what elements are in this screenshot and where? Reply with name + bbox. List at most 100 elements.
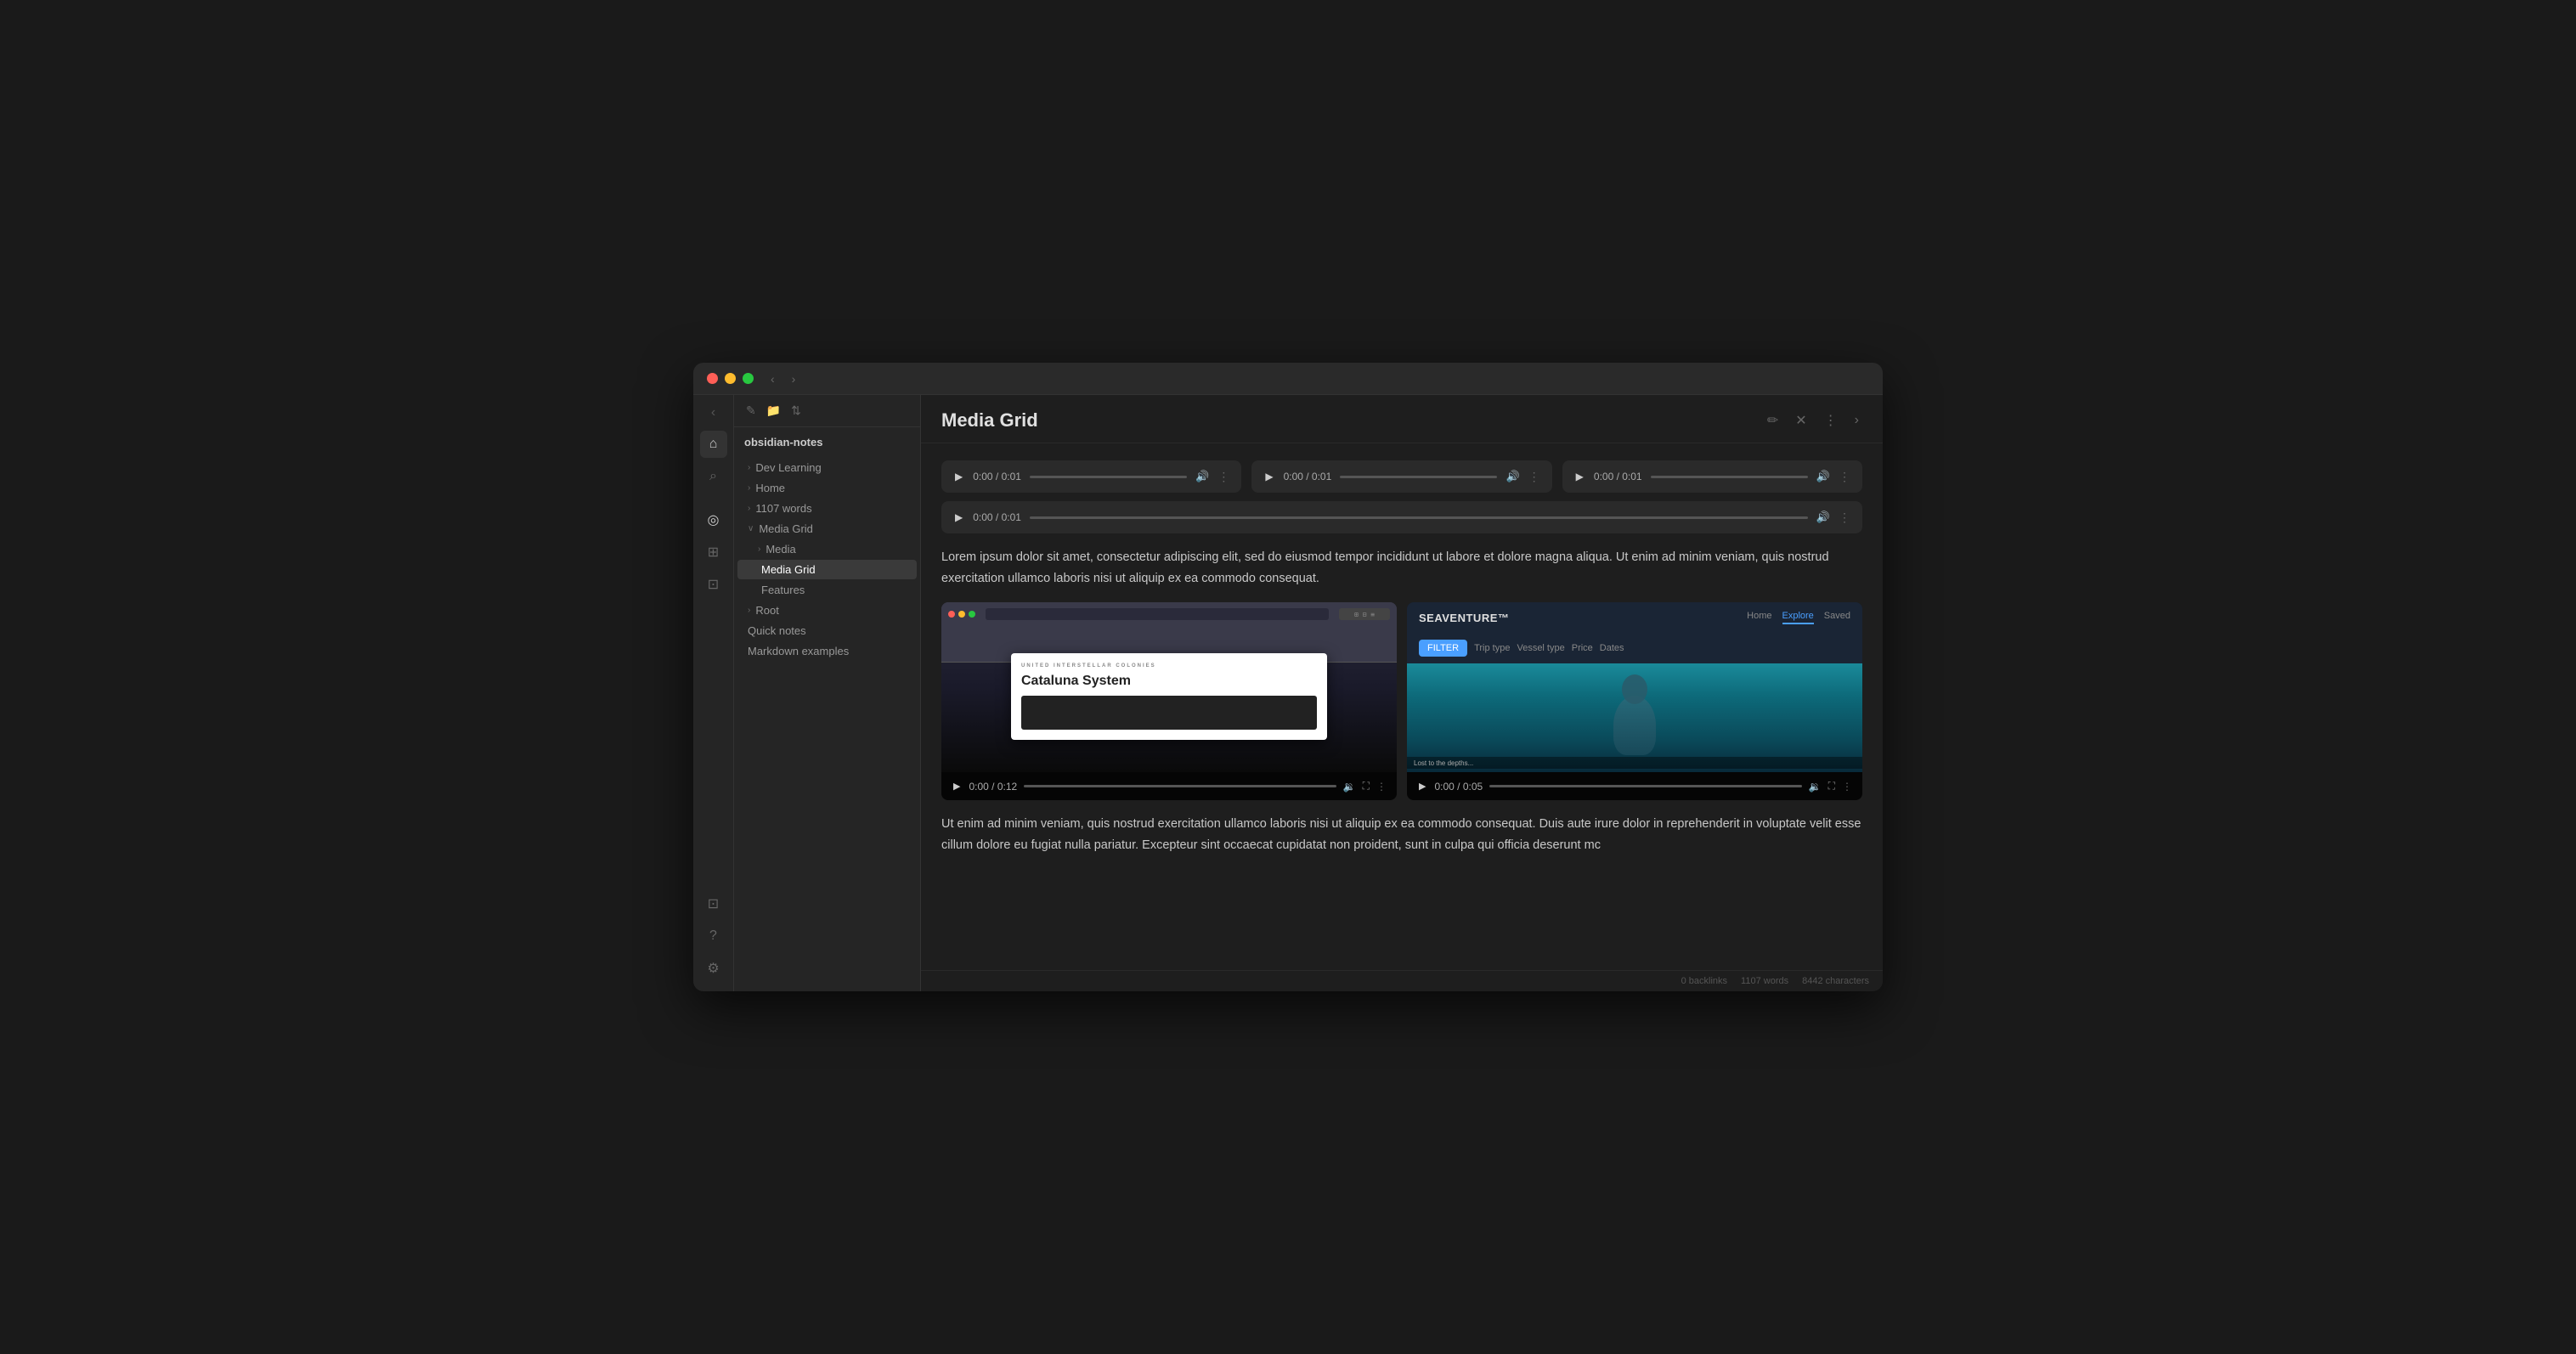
titlebar: ‹ › [693, 363, 1883, 395]
filter-button[interactable]: FILTER [1419, 640, 1467, 657]
audio-bar-2[interactable] [1340, 476, 1497, 478]
video-seekbar-2[interactable] [1489, 785, 1801, 787]
sidebar-item-label: Home [755, 482, 785, 494]
more-icon-1[interactable]: ⋮ [1217, 470, 1229, 484]
minimize-button[interactable] [725, 373, 736, 384]
sidebar-item-label: Media Grid [759, 522, 813, 535]
video-time-1: 0:00 / 0:12 [969, 781, 1017, 793]
rail-graph-icon[interactable]: ◎ [700, 506, 727, 533]
sidebar-item-media-grid-folder[interactable]: ∨ Media Grid [737, 519, 917, 539]
fullscreen-button-1[interactable]: ⛶ [1363, 780, 1370, 793]
audio-time-2: 0:00 / 0:01 [1284, 471, 1332, 482]
character-count: 8442 characters [1802, 976, 1869, 986]
new-folder-icon[interactable]: 📁 [765, 402, 782, 420]
filter-trip-type[interactable]: Trip type [1474, 643, 1510, 653]
audio-player-1: ▶ 0:00 / 0:01 🔊 ⋮ [941, 460, 1241, 493]
close-button[interactable]: ✕ [1792, 409, 1810, 432]
new-note-icon[interactable]: ✎ [744, 402, 758, 420]
seaventure-nav: Home Explore Saved [1747, 611, 1850, 624]
video-player-2: SEAVENTURE™ Home Explore Saved FILTER Tr… [1407, 602, 1862, 800]
audio-bar-1[interactable] [1030, 476, 1187, 478]
sidebar-item-label: Quick notes [748, 624, 806, 637]
audio-bar-4[interactable] [1030, 516, 1808, 519]
rail-search-icon[interactable]: ⌕ [700, 463, 727, 490]
close-button[interactable] [707, 373, 718, 384]
sidebar-item-label: Features [761, 584, 805, 596]
video-more-button-2[interactable]: ⋮ [1842, 781, 1852, 793]
sidebar-item-quick-notes[interactable]: Quick notes [737, 621, 917, 640]
app-window: ‹ › ‹ ⌂ ⌕ ◎ ⊞ ⊡ ⊡ ? ⚙ ✎ 📁 ⇅ [693, 363, 1883, 991]
more-icon-3[interactable]: ⋮ [1839, 470, 1850, 484]
maximize-button[interactable] [743, 373, 754, 384]
video-seekbar-1[interactable] [1024, 785, 1336, 787]
sidebar-item-dev-learning[interactable]: › Dev Learning [737, 458, 917, 477]
traffic-lights [707, 373, 754, 384]
volume-icon-3[interactable]: 🔊 [1816, 470, 1830, 483]
chevron-icon: › [748, 483, 750, 493]
sidebar-item-label: Media [765, 543, 795, 556]
collapse-right-button[interactable]: › [1851, 409, 1862, 432]
filter-dates[interactable]: Dates [1600, 643, 1624, 653]
rail-publish-icon[interactable]: ⊡ [700, 890, 727, 917]
more-icon-2[interactable]: ⋮ [1528, 470, 1540, 484]
sidebar-item-label: Media Grid [761, 563, 816, 576]
video-grid: ⊞ ⊟ ≡ UNITED INTERSTELLAR COLONIES Catal… [941, 602, 1862, 800]
rail-help-icon[interactable]: ? [700, 922, 727, 950]
play-button-1[interactable]: ▶ [953, 469, 964, 484]
filter-vessel-type[interactable]: Vessel type [1517, 643, 1564, 653]
nav-item-saved[interactable]: Saved [1824, 611, 1850, 624]
audio-player-2: ▶ 0:00 / 0:01 🔊 ⋮ [1251, 460, 1551, 493]
volume-icon-1[interactable]: 🔊 [1195, 470, 1209, 483]
nav-item-explore[interactable]: Explore [1782, 611, 1814, 624]
audio-bar-3[interactable] [1651, 476, 1808, 478]
sidebar-item-ideas[interactable]: › 1107 words [737, 499, 917, 518]
play-button-3[interactable]: ▶ [1574, 469, 1585, 484]
more-icon-4[interactable]: ⋮ [1839, 511, 1850, 525]
volume-icon-4[interactable]: 🔊 [1816, 511, 1830, 524]
screenshot-content: UNITED INTERSTELLAR COLONIES Cataluna Sy… [1011, 653, 1327, 740]
filter-price[interactable]: Price [1572, 643, 1593, 653]
sidebar-item-media-grid-file[interactable]: Media Grid [737, 560, 917, 579]
volume-icon-2[interactable]: 🔊 [1505, 470, 1519, 483]
sidebar-item-features[interactable]: Features [737, 580, 917, 600]
back-button[interactable]: ‹ [767, 370, 778, 387]
word-count: 1107 words [1741, 976, 1788, 986]
rail-settings-icon[interactable]: ⚙ [700, 955, 727, 982]
sidebar-item-label: Markdown examples [748, 645, 849, 657]
video-more-button-1[interactable]: ⋮ [1376, 781, 1387, 793]
rail-home-icon[interactable]: ⌂ [700, 431, 727, 458]
fullscreen-button-2[interactable]: ⛶ [1828, 780, 1835, 793]
status-bar: 0 backlinks 1107 words 8442 characters [921, 970, 1883, 991]
file-tree: › Dev Learning › Home › 1107 words ∨ Med… [734, 454, 920, 991]
sidebar-item-label: Dev Learning [755, 461, 821, 474]
seaventure-logo: SEAVENTURE™ [1419, 612, 1509, 624]
sidebar-item-media[interactable]: › Media [737, 539, 917, 559]
page-title: Media Grid [941, 409, 1038, 432]
sidebar-item-home[interactable]: › Home [737, 478, 917, 498]
video-play-button-1[interactable]: ▶ [952, 779, 962, 793]
rail-terminal-icon[interactable]: ⊡ [700, 571, 727, 598]
video-vol-icon-2[interactable]: 🔉 [1809, 781, 1822, 793]
video-time-2: 0:00 / 0:05 [1434, 781, 1483, 793]
sidebar-collapse-button[interactable]: ‹ [708, 402, 719, 424]
chevron-icon: › [748, 463, 750, 472]
body-text-1: Lorem ipsum dolor sit amet, consectetur … [941, 547, 1862, 589]
seaventure-image: Lost to the depths... [1407, 663, 1862, 772]
video-play-button-2[interactable]: ▶ [1417, 779, 1427, 793]
play-button-2[interactable]: ▶ [1263, 469, 1274, 484]
rail-plugin-icon[interactable]: ⊞ [700, 539, 727, 566]
video-vol-icon-1[interactable]: 🔉 [1343, 781, 1356, 793]
chevron-icon: › [748, 504, 750, 513]
icon-rail: ‹ ⌂ ⌕ ◎ ⊞ ⊡ ⊡ ? ⚙ [693, 395, 734, 991]
play-button-4[interactable]: ▶ [953, 510, 964, 525]
sidebar-item-root[interactable]: › Root [737, 601, 917, 620]
edit-button[interactable]: ✏ [1764, 409, 1782, 432]
forward-button[interactable]: › [788, 370, 799, 387]
more-options-button[interactable]: ⋮ [1821, 409, 1841, 432]
nav-item-home[interactable]: Home [1747, 611, 1771, 624]
titlebar-nav: ‹ › [767, 370, 799, 387]
screenshot-logo: UNITED INTERSTELLAR COLONIES [1021, 663, 1317, 669]
content-area[interactable]: ▶ 0:00 / 0:01 🔊 ⋮ ▶ 0:00 / 0:01 🔊 ⋮ [921, 443, 1883, 970]
sidebar-item-markdown-examples[interactable]: Markdown examples [737, 641, 917, 661]
sort-icon[interactable]: ⇅ [789, 402, 803, 420]
